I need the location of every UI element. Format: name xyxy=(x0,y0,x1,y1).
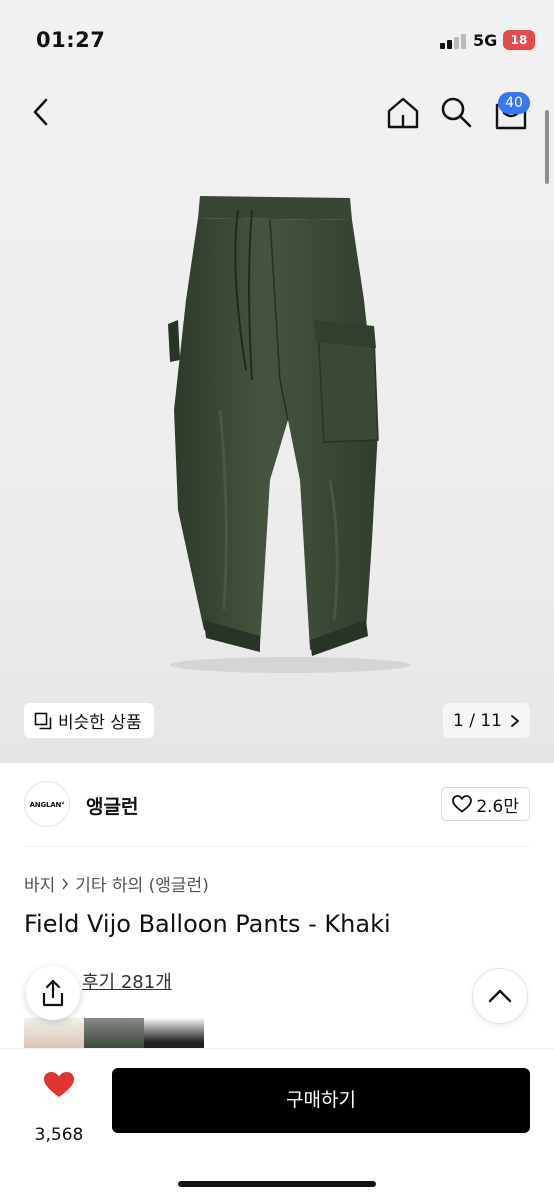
brand-logo[interactable]: ANGLAN° xyxy=(24,781,70,827)
image-pager[interactable]: 1 / 11 xyxy=(443,703,530,738)
scroll-to-top-button[interactable] xyxy=(472,968,528,1024)
breadcrumb-item[interactable]: 기타 하의 (앵글런) xyxy=(75,871,209,896)
brand-like-count: 2.6만 xyxy=(476,796,519,817)
brand-name[interactable]: 앵글런 xyxy=(86,792,138,819)
color-option-black[interactable] xyxy=(144,1018,204,1048)
chevron-up-icon xyxy=(488,989,512,1003)
chevron-right-icon xyxy=(511,714,520,727)
color-option-beige[interactable] xyxy=(24,1018,84,1048)
home-icon[interactable] xyxy=(384,94,422,132)
brand-row: ANGLAN° 앵글런 2.6만 xyxy=(24,781,530,827)
product-image[interactable] xyxy=(120,180,440,680)
brand-like-button[interactable]: 2.6만 xyxy=(441,787,530,821)
product-like-count: 3,568 xyxy=(34,1125,84,1145)
status-bar: 01:27 5G 18 xyxy=(0,0,554,80)
cellular-signal-icon xyxy=(440,33,466,49)
battery-icon: 18 xyxy=(503,30,535,50)
heart-outline-icon xyxy=(452,795,473,813)
network-type: 5G xyxy=(473,31,498,50)
breadcrumb: 바지 기타 하의 (앵글런) xyxy=(24,871,209,896)
divider xyxy=(24,846,530,847)
chevron-right-icon xyxy=(62,878,69,889)
color-options xyxy=(24,1018,204,1048)
product-like-button[interactable]: 3,568 xyxy=(24,1069,94,1145)
search-icon[interactable] xyxy=(438,94,474,130)
status-time: 01:27 xyxy=(36,28,106,52)
buy-button[interactable]: 구매하기 xyxy=(112,1068,530,1133)
product-gallery[interactable]: 40 비슷한 상품 1 / 11 xyxy=(0,80,554,763)
color-option-khaki[interactable] xyxy=(84,1018,144,1048)
breadcrumb-item[interactable]: 바지 xyxy=(24,871,55,896)
share-button[interactable] xyxy=(26,966,80,1020)
pager-text: 1 / 11 xyxy=(453,710,502,731)
back-icon[interactable] xyxy=(26,96,58,128)
scrollbar[interactable] xyxy=(545,110,549,184)
share-icon xyxy=(42,979,64,1007)
heart-filled-icon xyxy=(44,1072,74,1097)
cart-count-badge: 40 xyxy=(498,92,530,114)
bottom-action-bar: 3,568 구매하기 xyxy=(0,1048,554,1200)
similar-products-button[interactable]: 비슷한 상품 xyxy=(24,703,154,738)
review-link[interactable]: 후기 281개 xyxy=(82,968,172,994)
similar-items-icon xyxy=(34,712,52,729)
similar-products-label: 비슷한 상품 xyxy=(58,713,142,733)
home-indicator xyxy=(178,1181,376,1187)
product-title: Field Vijo Balloon Pants - Khaki xyxy=(24,910,391,938)
